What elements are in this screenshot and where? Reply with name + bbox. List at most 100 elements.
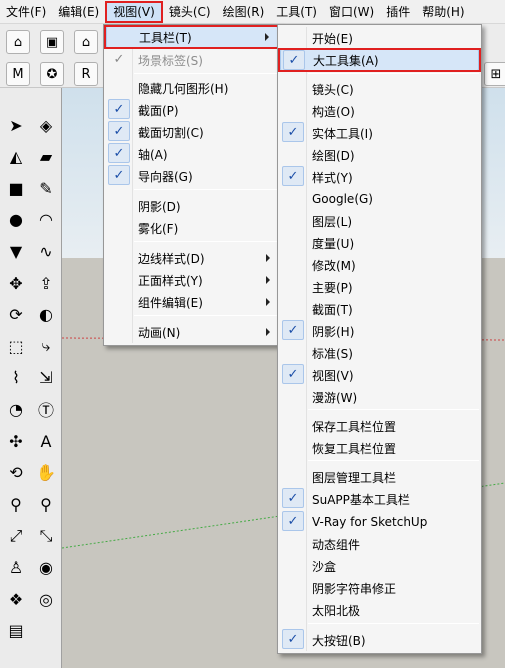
look-around-icon[interactable]: ◉	[33, 554, 59, 580]
3d-text-icon[interactable]: A	[33, 428, 59, 454]
toolbar-menu-item[interactable]: ✓ V-Ray for SketchUp	[280, 511, 479, 533]
toolbar-menu-item[interactable]: 动态组件	[280, 533, 479, 555]
toolbar-menu-item[interactable]: Google(G)	[280, 188, 479, 210]
menu-view[interactable]: 视图(V)	[105, 0, 163, 23]
previous-view-icon[interactable]: ⤡	[33, 523, 59, 549]
axes-icon[interactable]: ✣	[3, 428, 29, 454]
select-arrow-icon[interactable]: ➤	[3, 112, 29, 138]
menu-item-label: 恢复工具栏位置	[312, 441, 397, 456]
menu-separator	[134, 73, 278, 74]
menu-tools[interactable]: 工具(T)	[270, 1, 323, 23]
menu-item-label: 截面(P)	[138, 103, 179, 118]
menu-item-label: 构造(O)	[312, 104, 355, 119]
toolbar-menu-item[interactable]: ✓ 视图(V)	[280, 364, 479, 386]
menu-item-label: 镜头(C)	[312, 82, 354, 97]
grid-toolbar-icon[interactable]: ⊞	[484, 62, 505, 86]
toolbar-menu-item[interactable]: 度量(U)	[280, 232, 479, 254]
view-menu-item[interactable]: 动画(N)	[106, 321, 278, 343]
toolbar-menu-item[interactable]: 绘图(D)	[280, 144, 479, 166]
toolbar-menu-item[interactable]: ✓ SuAPP基本工具栏	[280, 488, 479, 510]
menu-item-label: 大按钮(B)	[312, 633, 366, 648]
zoom-icon[interactable]: ⚲	[3, 491, 29, 517]
push-pull-icon[interactable]: ⇪	[33, 270, 59, 296]
walk-icon[interactable]: ❖	[3, 586, 29, 612]
toolbar-menu-item[interactable]: 开始(E)	[280, 27, 479, 49]
r-button-icon[interactable]: R	[74, 62, 98, 86]
toolbar-menu-item[interactable]: ✓ 大按钮(B)	[280, 629, 479, 651]
protractor-icon[interactable]: ◔	[3, 396, 29, 422]
view-menu-item[interactable]: ✓ 导向器(G)	[106, 165, 278, 187]
menu-file[interactable]: 文件(F)	[0, 1, 52, 23]
toolbar-menu-item[interactable]: 镜头(C)	[280, 78, 479, 100]
box-view-icon[interactable]: ▣	[40, 30, 64, 54]
make-component-icon[interactable]: ◈	[33, 112, 59, 138]
move-icon[interactable]: ✥	[3, 270, 29, 296]
menu-camera[interactable]: 镜头(C)	[163, 1, 217, 23]
view-menu-item[interactable]: 正面样式(Y)	[106, 269, 278, 291]
toolbar-menu-item[interactable]: 修改(M)	[280, 254, 479, 276]
view-menu-item[interactable]: 边线样式(D)	[106, 247, 278, 269]
eraser-icon[interactable]: ▰	[33, 144, 59, 170]
toolbar-menu-item[interactable]: 恢复工具栏位置	[280, 437, 479, 459]
toolbar-menu-item[interactable]: 图层管理工具栏	[280, 466, 479, 488]
menu-draw[interactable]: 绘图(R)	[217, 1, 271, 23]
view-menu-item[interactable]: ✓ 截面切割(C)	[106, 121, 278, 143]
pencil-line-icon[interactable]: ✎	[33, 175, 59, 201]
layers-icon[interactable]: ▤	[3, 618, 29, 644]
scale-icon[interactable]: ⬚	[3, 333, 29, 359]
menu-help[interactable]: 帮助(H)	[416, 1, 470, 23]
toolbar-menu-item[interactable]: 构造(O)	[280, 100, 479, 122]
highlight-box	[104, 25, 280, 49]
zoom-window-icon[interactable]: ⚲	[33, 491, 59, 517]
toolbar-menu-item[interactable]: ✓ 实体工具(I)	[280, 122, 479, 144]
gear-plugin-icon[interactable]: ✪	[40, 62, 64, 86]
toolbar-menu-item[interactable]: 标准(S)	[280, 342, 479, 364]
menu-edit[interactable]: 编辑(E)	[52, 1, 105, 23]
menu-item-label: 图层管理工具栏	[312, 470, 397, 485]
toolbar-menu-item[interactable]: 主要(P)	[280, 276, 479, 298]
view-menu-item[interactable]: 阴影(D)	[106, 195, 278, 217]
menu-plugins[interactable]: 插件	[380, 1, 416, 23]
offset-icon[interactable]: ⤷	[33, 333, 59, 359]
text-icon[interactable]: Ⓣ	[33, 396, 59, 422]
dimension-icon[interactable]: ⇲	[33, 365, 59, 391]
toolbar-menu-item[interactable]: 阴影字符串修正	[280, 577, 479, 599]
rotate-icon[interactable]: ⟳	[3, 302, 29, 328]
view-menu-item[interactable]: ✓ 轴(A)	[106, 143, 278, 165]
polygon-icon[interactable]: ▼	[3, 238, 29, 264]
menu-item-label: 组件编辑(E)	[138, 295, 203, 310]
checkmark-icon: ✓	[108, 143, 130, 163]
circle-icon[interactable]: ●	[3, 207, 29, 233]
tape-measure-icon[interactable]: ⌇	[3, 365, 29, 391]
toolbar-menu-item[interactable]: ✓ 阴影(H)	[280, 320, 479, 342]
menu-item-label: 场景标签(S)	[138, 53, 203, 68]
house-icon[interactable]: ⌂	[6, 30, 30, 54]
m-button-icon[interactable]: M	[6, 62, 30, 86]
toolbar-menu-item[interactable]: 漫游(W)	[280, 386, 479, 408]
menu-item-label: 修改(M)	[312, 258, 356, 273]
toolbar-menu-item[interactable]: 保存工具栏位置	[280, 415, 479, 437]
view-menu-item[interactable]: 组件编辑(E)	[106, 291, 278, 313]
zoom-extents-icon[interactable]: ⤢	[3, 523, 29, 549]
section-plane-icon[interactable]: ◎	[33, 586, 59, 612]
menu-item-label: 阴影字符串修正	[312, 581, 397, 596]
home-icon[interactable]: ⌂	[74, 30, 98, 54]
orbit-icon[interactable]: ⟲	[3, 460, 29, 486]
toolbar-menu-item[interactable]: 沙盒	[280, 555, 479, 577]
toolbar-menu-item[interactable]: 太阳北极	[280, 599, 479, 621]
paint-bucket-icon[interactable]: ◭	[3, 144, 29, 170]
view-menu-item[interactable]: ✓ 截面(P)	[106, 99, 278, 121]
rectangle-icon[interactable]: ■	[3, 175, 29, 201]
view-menu-item[interactable]: 雾化(F)	[106, 217, 278, 239]
toolbar-menu-item[interactable]: 图层(L)	[280, 210, 479, 232]
toolbar-menu-item[interactable]: 截面(T)	[280, 298, 479, 320]
menu-item-label: 正面样式(Y)	[138, 273, 203, 288]
view-menu-item[interactable]: 隐藏几何图形(H)	[106, 77, 278, 99]
follow-me-icon[interactable]: ◐	[33, 302, 59, 328]
position-camera-icon[interactable]: ♙	[3, 554, 29, 580]
freehand-icon[interactable]: ∿	[33, 238, 59, 264]
toolbar-menu-item[interactable]: ✓ 样式(Y)	[280, 166, 479, 188]
menu-window[interactable]: 窗口(W)	[323, 1, 380, 23]
pan-icon[interactable]: ✋	[33, 460, 59, 486]
arc-icon[interactable]: ◠	[33, 207, 59, 233]
